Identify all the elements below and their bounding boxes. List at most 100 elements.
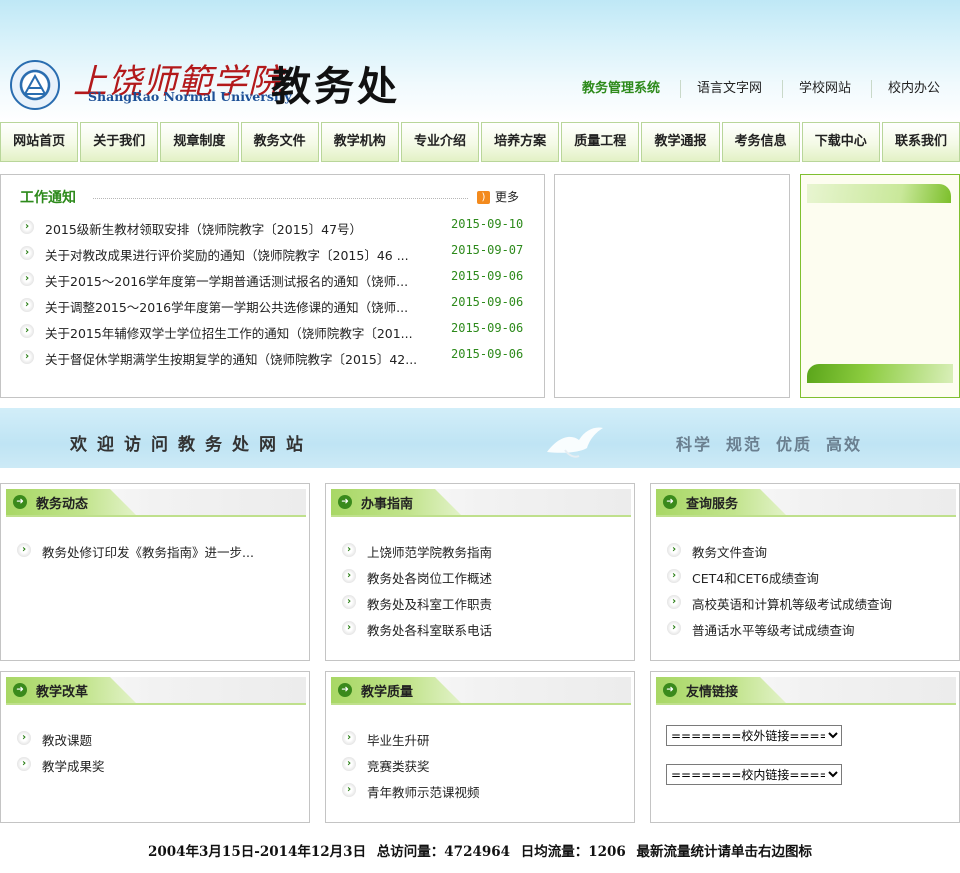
box-youqing-lianjie: ➜ 友情链接 =======校外链接======= =======校内链接===… bbox=[650, 671, 960, 823]
box-header: ➜ 教学质量 bbox=[331, 677, 631, 705]
rss-icon[interactable]: ) bbox=[477, 191, 490, 204]
arrow-right-icon: › bbox=[20, 324, 34, 338]
top-link-language-web[interactable]: 语言文字网 bbox=[679, 80, 782, 98]
box-title: 办事指南 bbox=[361, 497, 414, 512]
box-banshi-zhinan: ➜ 办事指南 › 上饶师范学院教务指南 › 教务处各岗位工作概述 › 教务处及科… bbox=[325, 483, 635, 661]
notice-title[interactable]: 关于2015年辅修双学士学位招生工作的通知（饶师院教字〔201... bbox=[45, 323, 440, 342]
arrow-right-icon: › bbox=[342, 783, 356, 797]
list-item-link[interactable]: 教务处修订印发《教务指南》进一步... bbox=[42, 542, 254, 561]
notice-item: › 关于调整2015～2016学年度第一学期公共选修课的通知（饶师... 201… bbox=[20, 295, 525, 317]
nav-item-contact[interactable]: 联系我们 bbox=[881, 122, 960, 162]
box-header: ➜ 查询服务 bbox=[656, 489, 956, 517]
main-nav: 网站首页 关于我们 规章制度 教务文件 教学机构 专业介绍 培养方案 质量工程 … bbox=[0, 122, 960, 162]
arrow-right-icon: › bbox=[667, 543, 681, 557]
arrow-right-icon: › bbox=[20, 220, 34, 234]
list-item-link[interactable]: 教务处及科室工作职责 bbox=[367, 594, 492, 613]
arrow-right-circle-icon: ➜ bbox=[13, 683, 27, 697]
nav-item-documents[interactable]: 教务文件 bbox=[240, 122, 319, 162]
notice-title[interactable]: 关于调整2015～2016学年度第一学期公共选修课的通知（饶师... bbox=[45, 297, 440, 316]
seal-emblem-icon bbox=[23, 74, 47, 95]
nav-item-downloads[interactable]: 下载中心 bbox=[801, 122, 880, 162]
list-item-link[interactable]: 毕业生升研 bbox=[367, 730, 430, 749]
list-item-link[interactable]: CET4和CET6成绩查询 bbox=[692, 568, 819, 587]
footer-total-visits: 总访问量：4724964 bbox=[376, 844, 511, 860]
dove-icon bbox=[547, 427, 603, 458]
arrow-right-icon: › bbox=[667, 595, 681, 609]
notice-item: › 关于2015年辅修双学士学位招生工作的通知（饶师院教字〔201... 201… bbox=[20, 321, 525, 343]
nav-item-exam-info[interactable]: 考务信息 bbox=[721, 122, 800, 162]
footer-date-range: 2004年3月15日-2014年12月3日 bbox=[147, 844, 367, 860]
arrow-right-icon: › bbox=[17, 543, 31, 557]
motto-word: 优质 bbox=[776, 435, 813, 454]
nav-item-teaching-bulletin[interactable]: 教学通报 bbox=[641, 122, 720, 162]
motto-word: 高效 bbox=[826, 435, 863, 454]
box-jiaoxue-gaige: ➜ 教学改革 › 教改课题 › 教学成果奖 bbox=[0, 671, 310, 823]
banner-welcome-text: 欢迎访问教务处网站 bbox=[70, 435, 313, 455]
nav-item-rules[interactable]: 规章制度 bbox=[160, 122, 239, 162]
image-slide-panel bbox=[554, 174, 790, 398]
list-item-link[interactable]: 教学成果奖 bbox=[42, 756, 105, 775]
arrow-right-icon: › bbox=[342, 731, 356, 745]
list-item-link[interactable]: 教务处各科室联系电话 bbox=[367, 620, 492, 639]
notice-item: › 关于2015～2016学年度第一学期普通话测试报名的通知（饶师... 201… bbox=[20, 269, 525, 291]
box-jiaowu-dongtai: ➜ 教务动态 › 教务处修订印发《教务指南》进一步... bbox=[0, 483, 310, 661]
notice-title[interactable]: 关于2015～2016学年度第一学期普通话测试报名的通知（饶师... bbox=[45, 271, 440, 290]
list-item-link[interactable]: 教务处各岗位工作概述 bbox=[367, 568, 492, 587]
notice-date: 2015-09-06 bbox=[451, 321, 524, 335]
nav-item-training-plans[interactable]: 培养方案 bbox=[481, 122, 560, 162]
box-header: ➜ 教务动态 bbox=[6, 489, 306, 517]
motto-word: 科学 bbox=[676, 435, 713, 454]
notice-title[interactable]: 关于对教改成果进行评价奖励的通知（饶师院教字〔2015〕46 ... bbox=[45, 245, 440, 264]
side-panel-bottom-decoration bbox=[807, 364, 953, 383]
nav-item-about[interactable]: 关于我们 bbox=[80, 122, 159, 162]
arrow-right-icon: › bbox=[342, 621, 356, 635]
notice-date: 2015-09-06 bbox=[451, 269, 524, 283]
notice-date: 2015-09-07 bbox=[451, 243, 524, 257]
nav-item-home[interactable]: 网站首页 bbox=[0, 122, 79, 162]
notice-item: › 关于对教改成果进行评价奖励的通知（饶师院教字〔2015〕46 ... 201… bbox=[20, 243, 525, 265]
arrow-right-icon: › bbox=[342, 543, 356, 557]
external-links-select[interactable]: =======校外链接======= bbox=[666, 725, 842, 746]
list-item-link[interactable]: 青年教师示范课视频 bbox=[367, 782, 480, 801]
side-panel-top-decoration bbox=[807, 184, 951, 203]
arrow-right-icon: › bbox=[342, 757, 356, 771]
site-footer: 2004年3月15日-2014年12月3日 总访问量：4724964 日均流量：… bbox=[0, 840, 960, 860]
box-title: 查询服务 bbox=[686, 497, 739, 512]
top-links: 教务管理系统 语言文字网 学校网站 校内办公 bbox=[566, 80, 960, 98]
box-title: 教学改革 bbox=[36, 685, 89, 700]
arrow-right-circle-icon: ➜ bbox=[663, 495, 677, 509]
notice-item: › 2015级新生教材领取安排（饶师院教字〔2015〕47号） 2015-09-… bbox=[20, 217, 525, 239]
side-panel bbox=[800, 174, 960, 398]
top-link-campus-office[interactable]: 校内办公 bbox=[870, 80, 960, 98]
arrow-right-icon: › bbox=[20, 350, 34, 364]
arrow-right-icon: › bbox=[20, 298, 34, 312]
motto-word: 规范 bbox=[726, 435, 763, 454]
internal-links-select[interactable]: =======校内链接======= bbox=[666, 764, 842, 785]
work-notices-panel: 工作通知 ) 更多 › 2015级新生教材领取安排（饶师院教字〔2015〕47号… bbox=[0, 174, 545, 398]
top-link-jiaowu-system[interactable]: 教务管理系统 bbox=[566, 80, 680, 98]
list-item-link[interactable]: 教改课题 bbox=[42, 730, 92, 749]
list-item-link[interactable]: 教务文件查询 bbox=[692, 542, 767, 561]
box-chaxun-fuwu: ➜ 查询服务 › 教务文件查询 › CET4和CET6成绩查询 › 高校英语和计… bbox=[650, 483, 960, 661]
notice-title[interactable]: 2015级新生教材领取安排（饶师院教字〔2015〕47号） bbox=[45, 219, 440, 238]
notice-title[interactable]: 关于督促休学期满学生按期复学的通知（饶师院教字〔2015〕42... bbox=[45, 349, 440, 368]
more-link[interactable]: 更多 bbox=[495, 188, 519, 205]
page-header: 上饶师範学院 ShangRao Normal University 教务处 教务… bbox=[0, 0, 960, 122]
nav-item-majors[interactable]: 专业介绍 bbox=[400, 122, 480, 162]
list-item-link[interactable]: 高校英语和计算机等级考试成绩查询 bbox=[692, 594, 892, 613]
list-item-link[interactable]: 竞赛类获奖 bbox=[367, 756, 430, 775]
nav-item-institutions[interactable]: 教学机构 bbox=[320, 122, 399, 162]
dept-name: 教务处 bbox=[271, 63, 400, 110]
box-title: 教学质量 bbox=[361, 685, 414, 700]
arrow-right-icon: › bbox=[667, 569, 681, 583]
top-link-school-site[interactable]: 学校网站 bbox=[781, 80, 871, 98]
arrow-right-icon: › bbox=[17, 731, 31, 745]
arrow-right-circle-icon: ➜ bbox=[13, 495, 27, 509]
nav-item-quality-project[interactable]: 质量工程 bbox=[561, 122, 640, 162]
arrow-right-icon: › bbox=[17, 757, 31, 771]
list-item-link[interactable]: 上饶师范学院教务指南 bbox=[367, 542, 492, 561]
list-item-link[interactable]: 普通话水平等级考试成绩查询 bbox=[692, 620, 855, 639]
box-header: ➜ 教学改革 bbox=[6, 677, 306, 705]
arrow-right-icon: › bbox=[342, 595, 356, 609]
notices-title: 工作通知 bbox=[20, 190, 76, 206]
